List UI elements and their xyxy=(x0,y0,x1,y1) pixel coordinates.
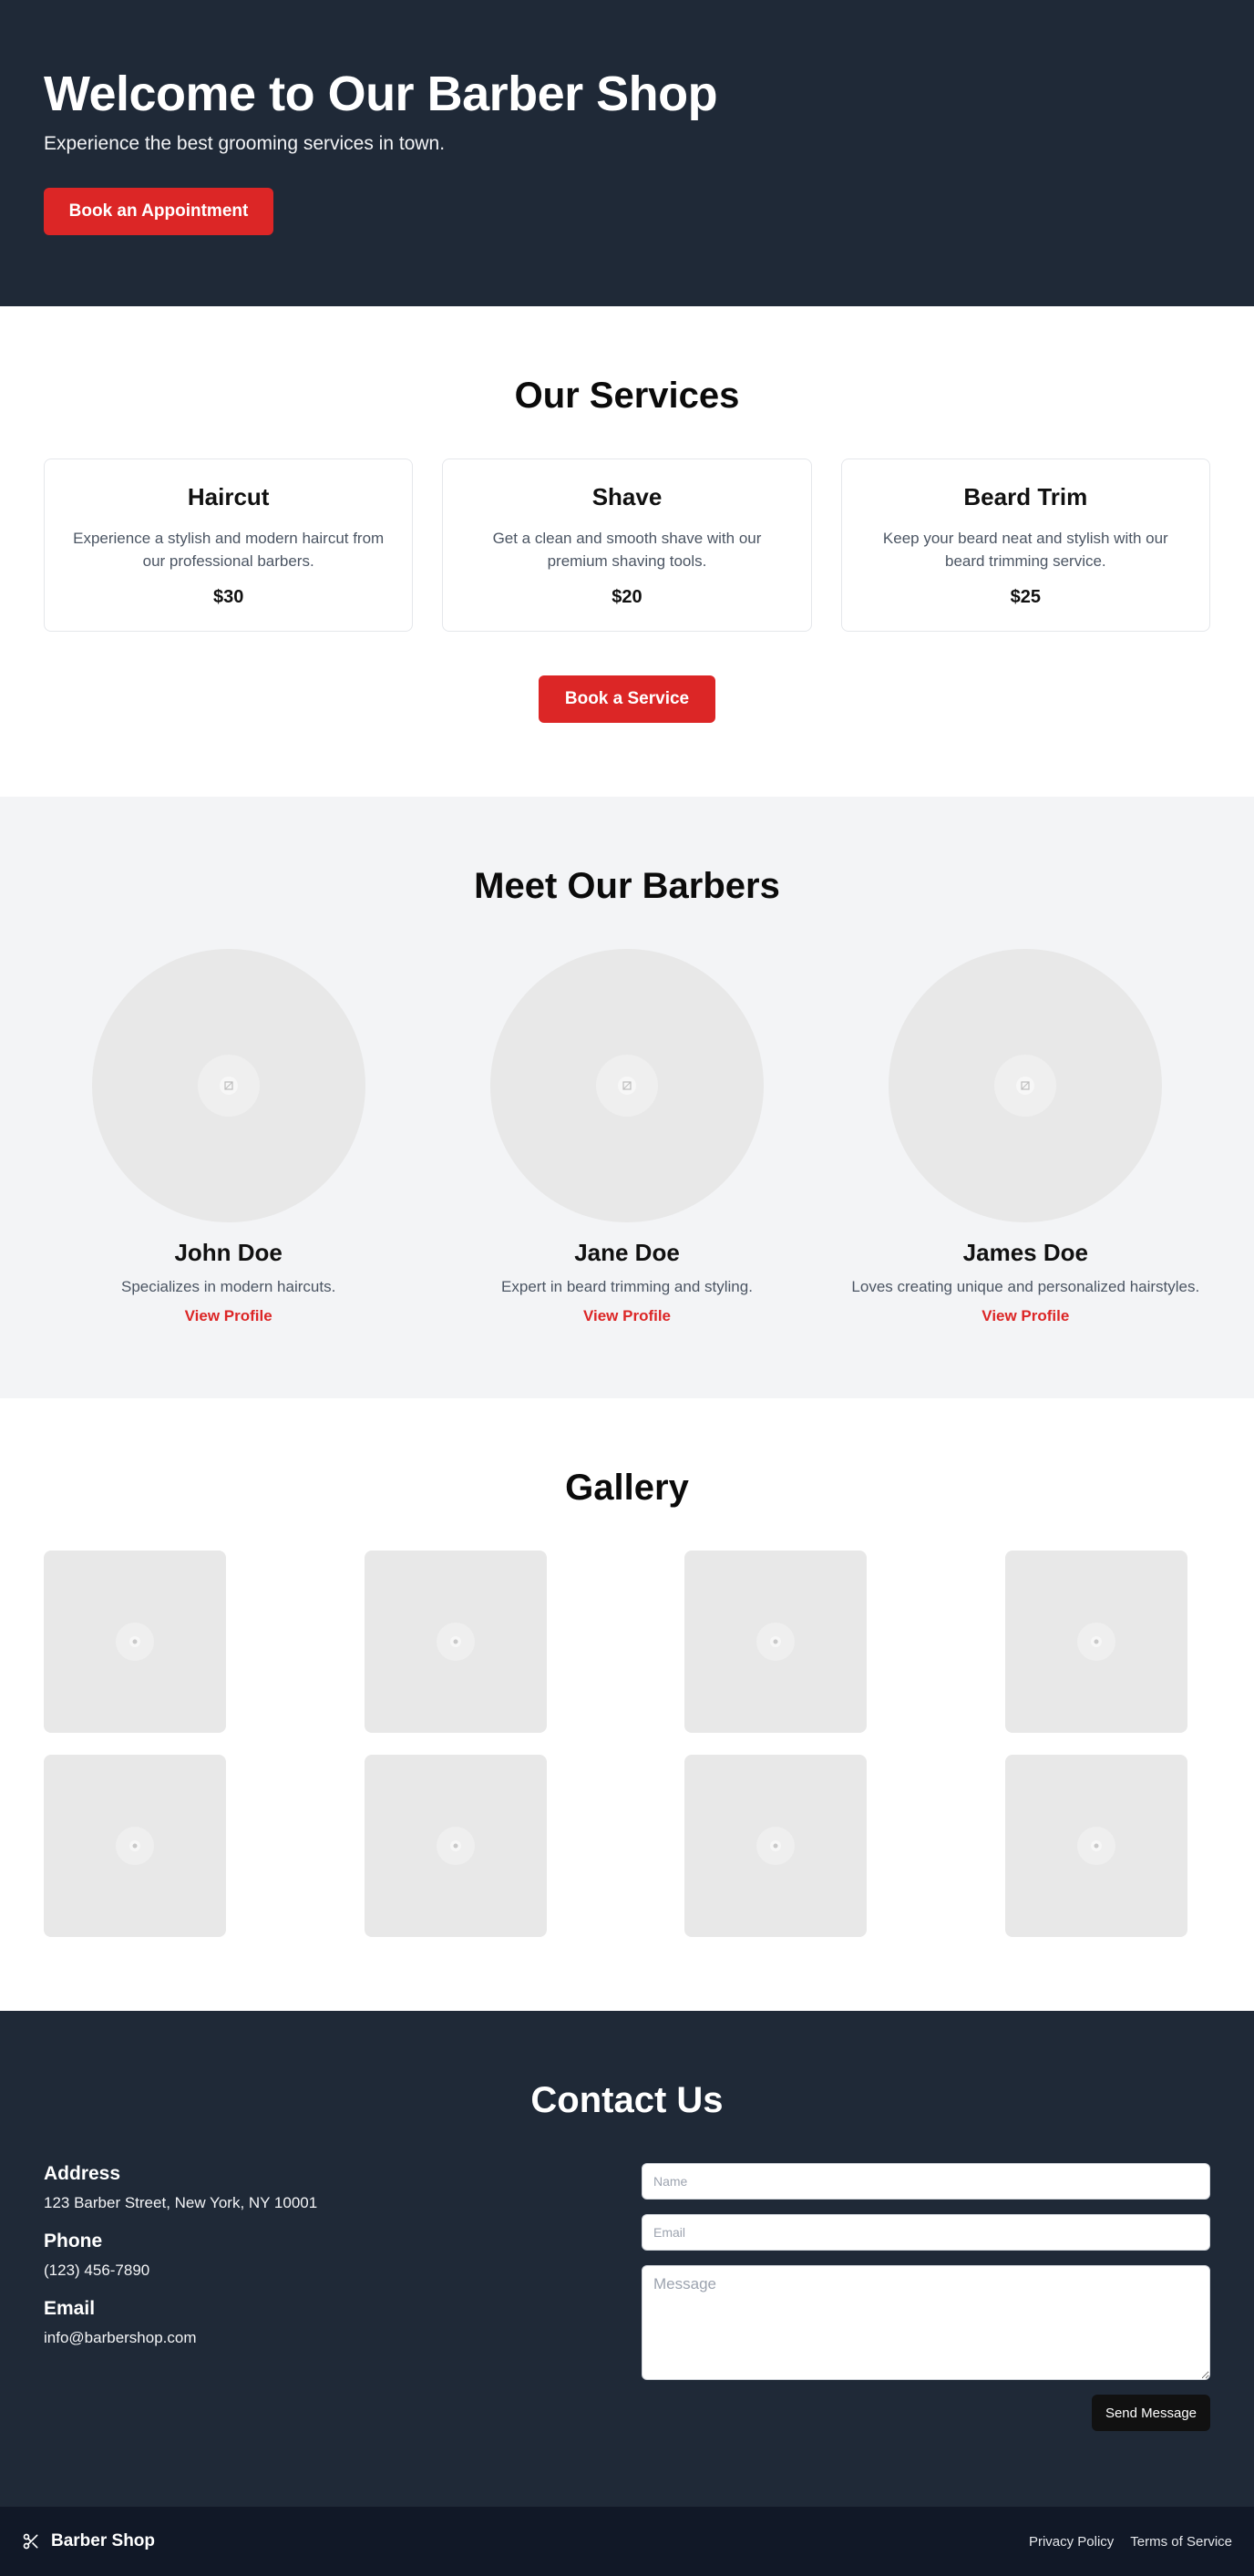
image-placeholder-icon xyxy=(1076,1623,1115,1661)
barber-bio: Loves creating unique and personalized h… xyxy=(851,1278,1200,1295)
contact-form: Send Message xyxy=(642,2163,1210,2431)
view-profile-link[interactable]: View Profile xyxy=(185,1307,272,1324)
barber-card-jane: Jane Doe Expert in beard trimming and st… xyxy=(442,949,811,1325)
barber-name: John Doe xyxy=(174,1239,283,1266)
gallery-image[interactable] xyxy=(684,1551,867,1733)
contact-info: Address 123 Barber Street, New York, NY … xyxy=(44,2163,554,2431)
service-name: Beard Trim xyxy=(963,483,1088,510)
service-card-haircut: Haircut Experience a stylish and modern … xyxy=(44,459,414,632)
image-placeholder-icon xyxy=(197,1055,260,1117)
book-appointment-button[interactable]: Book an Appointment xyxy=(44,188,273,236)
gallery-image[interactable] xyxy=(684,1755,867,1937)
address-value: 123 Barber Street, New York, NY 10001 xyxy=(44,2194,318,2211)
service-price: $25 xyxy=(1010,587,1041,608)
barber-card-john: John Doe Specializes in modern haircuts.… xyxy=(44,949,413,1325)
gallery-image[interactable] xyxy=(364,1551,547,1733)
send-message-button[interactable]: Send Message xyxy=(1092,2395,1210,2431)
barbers-title: Meet Our Barbers xyxy=(474,866,780,906)
email-input[interactable] xyxy=(642,2214,1210,2251)
barber-photo xyxy=(91,949,365,1222)
hero-subtitle: Experience the best grooming services in… xyxy=(44,133,446,155)
phone-label: Phone xyxy=(44,2231,103,2251)
hero-title: Welcome to Our Barber Shop xyxy=(44,67,718,121)
image-placeholder-icon xyxy=(994,1055,1057,1117)
services-title: Our Services xyxy=(514,376,740,416)
service-description: Keep your beard neat and stylish with ou… xyxy=(882,530,1168,570)
gallery-image[interactable] xyxy=(1004,1755,1187,1937)
image-placeholder-icon xyxy=(116,1827,154,1865)
address-label: Address xyxy=(44,2163,121,2184)
barber-photo xyxy=(489,949,764,1222)
contact-title: Contact Us xyxy=(530,2080,724,2120)
hero-section: Welcome to Our Barber Shop Experience th… xyxy=(0,0,1254,306)
book-service-button[interactable]: Book a Service xyxy=(539,675,715,723)
gallery-grid xyxy=(44,1551,1210,1937)
privacy-policy-link[interactable]: Privacy Policy xyxy=(1029,2534,1114,2550)
brand-name: Barber Shop xyxy=(51,2531,156,2550)
view-profile-link[interactable]: View Profile xyxy=(583,1307,671,1324)
barber-bio: Expert in beard trimming and styling. xyxy=(501,1278,753,1295)
image-placeholder-icon xyxy=(436,1623,475,1661)
contact-section: Contact Us Address 123 Barber Street, Ne… xyxy=(0,2011,1254,2507)
gallery-image[interactable] xyxy=(1004,1551,1187,1733)
barber-grid: John Doe Specializes in modern haircuts.… xyxy=(44,949,1210,1325)
view-profile-link[interactable]: View Profile xyxy=(982,1307,1069,1324)
image-placeholder-icon xyxy=(756,1623,795,1661)
image-placeholder-icon xyxy=(436,1827,475,1865)
email-value: info@barbershop.com xyxy=(44,2329,197,2346)
barber-bio: Specializes in modern haircuts. xyxy=(121,1278,336,1295)
image-placeholder-icon xyxy=(116,1623,154,1661)
image-placeholder-icon xyxy=(756,1827,795,1865)
barber-photo xyxy=(889,949,1163,1222)
barbers-section: Meet Our Barbers John Doe Specializes in… xyxy=(0,797,1254,1398)
service-name: Shave xyxy=(591,483,663,510)
scissors-icon xyxy=(23,2533,38,2550)
gallery-section: Gallery xyxy=(0,1398,1254,2011)
service-price: $20 xyxy=(612,587,642,608)
terms-of-service-link[interactable]: Terms of Service xyxy=(1130,2534,1232,2550)
service-card-shave: Shave Get a clean and smooth shave with … xyxy=(442,459,812,632)
name-input[interactable] xyxy=(642,2163,1210,2200)
service-name: Haircut xyxy=(187,483,270,510)
service-card-beard-trim: Beard Trim Keep your beard neat and styl… xyxy=(840,459,1210,632)
gallery-image[interactable] xyxy=(364,1755,547,1937)
services-section: Our Services Haircut Experience a stylis… xyxy=(0,306,1254,797)
barber-name: James Doe xyxy=(962,1239,1088,1266)
gallery-title: Gallery xyxy=(565,1468,689,1508)
footer-brand[interactable]: Barber Shop xyxy=(22,2531,155,2551)
footer: Barber Shop Privacy Policy Terms of Serv… xyxy=(0,2507,1254,2576)
service-description: Get a clean and smooth shave with our pr… xyxy=(492,530,762,570)
footer-links: Privacy Policy Terms of Service xyxy=(1029,2534,1232,2550)
image-placeholder-icon xyxy=(1076,1827,1115,1865)
email-label: Email xyxy=(44,2298,96,2319)
gallery-image[interactable] xyxy=(44,1755,226,1937)
image-placeholder-icon xyxy=(595,1055,658,1117)
barber-name: Jane Doe xyxy=(574,1239,680,1266)
service-description: Experience a stylish and modern haircut … xyxy=(73,530,385,570)
phone-value: (123) 456-7890 xyxy=(44,2262,150,2279)
message-textarea[interactable] xyxy=(642,2265,1210,2380)
service-grid: Haircut Experience a stylish and modern … xyxy=(44,459,1210,632)
barber-card-james: James Doe Loves creating unique and pers… xyxy=(841,949,1210,1325)
gallery-image[interactable] xyxy=(44,1551,226,1733)
service-price: $30 xyxy=(212,587,244,608)
